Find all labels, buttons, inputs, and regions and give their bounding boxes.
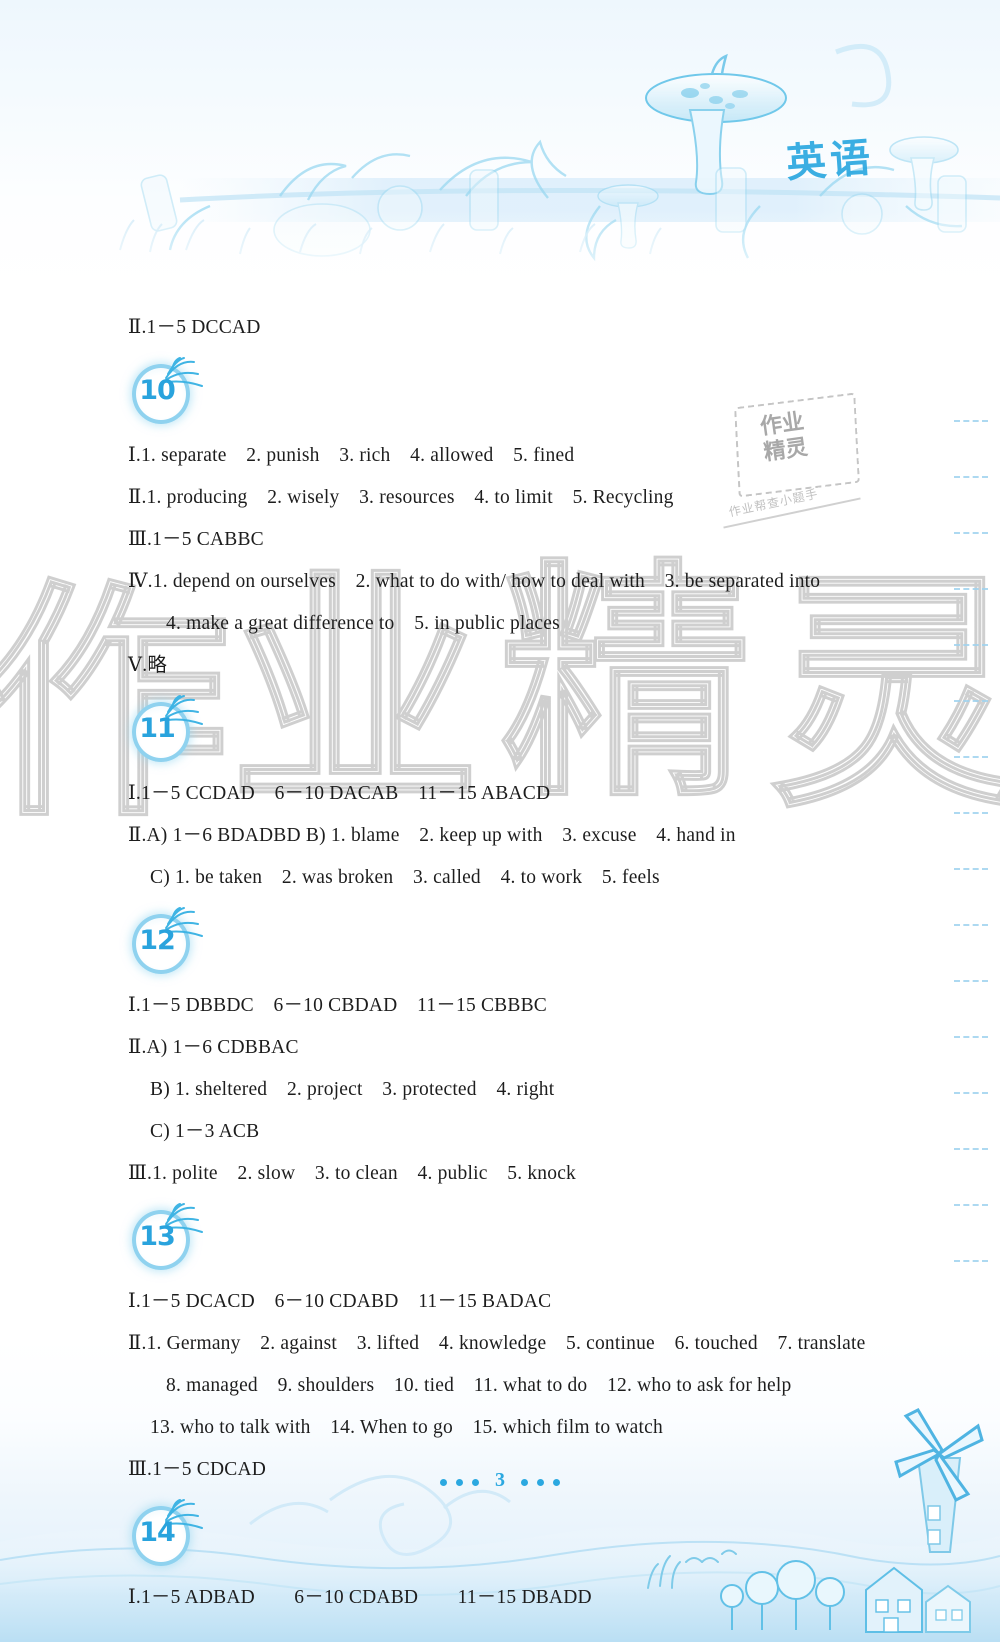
- answer-key-content: Ⅱ.1－5 DCCAD 10 Ⅰ.1. separate 2. punish 3…: [128, 312, 868, 1624]
- right-edge-rule-marks: [940, 420, 1000, 1316]
- rule-mark: [954, 924, 988, 926]
- rule-mark: [954, 1036, 988, 1038]
- page-footer: 3: [0, 1469, 1000, 1492]
- footer-dot: [472, 1479, 479, 1486]
- lesson-badge-10: 10: [128, 357, 210, 424]
- rule-mark: [954, 644, 988, 646]
- header-decoration-band: 英语: [0, 0, 1000, 300]
- answer-line: B) 1. sheltered 2. project 3. protected …: [150, 1079, 555, 1100]
- lesson-number: 10: [139, 374, 176, 406]
- rule-mark: [954, 420, 988, 422]
- answer-line: C) 1－3 ACB: [150, 1121, 260, 1142]
- answer-line: 8. managed 9. shoulders 10. tied 11. wha…: [166, 1375, 792, 1396]
- answer-line: Ⅰ.1－5 DCACD 6－10 CDABD 11－15 BADAC: [128, 1291, 552, 1312]
- answer-line: Ⅳ.1. depend on ourselves 2. what to do w…: [128, 571, 821, 592]
- answer-line: Ⅱ.1. producing 2. wisely 3. resources 4.…: [128, 487, 674, 508]
- footer-dots-left: [440, 1479, 479, 1486]
- rule-mark: [954, 700, 988, 702]
- lesson-badge-14: 14: [128, 1499, 210, 1566]
- answer-line: C) 1. be taken 2. was broken 3. called 4…: [150, 867, 660, 888]
- lesson-badge-11: 11: [128, 695, 210, 762]
- answer-line: Ⅱ.A) 1－6 CDBBAC: [128, 1037, 299, 1058]
- page-number: 3: [495, 1469, 505, 1491]
- subject-title: 英语: [784, 134, 876, 188]
- rule-mark: [954, 1092, 988, 1094]
- rule-mark: [954, 532, 988, 534]
- answer-line: Ⅰ.1－5 CCDAD 6－10 DACAB 11－15 ABACD: [128, 783, 551, 804]
- answer-line: 4. make a great difference to 5. in publ…: [166, 613, 560, 634]
- lesson-number: 11: [139, 712, 176, 744]
- answer-line: 13. who to talk with 14. When to go 15. …: [150, 1417, 663, 1438]
- answer-line: Ⅲ.1－5 CABBC: [128, 529, 264, 550]
- answer-line: Ⅱ.A) 1－6 BDADBD B) 1. blame 2. keep up w…: [128, 825, 736, 846]
- footer-dot: [440, 1479, 447, 1486]
- rule-mark: [954, 476, 988, 478]
- rule-mark: [954, 868, 988, 870]
- footer-dots-right: [521, 1479, 560, 1486]
- rule-mark: [954, 1204, 988, 1206]
- answer-line: Ⅱ.1. Germany 2. against 3. lifted 4. kno…: [128, 1333, 866, 1354]
- answer-line: Ⅰ.1. separate 2. punish 3. rich 4. allow…: [128, 445, 575, 466]
- footer-dot: [521, 1479, 528, 1486]
- lesson-number: 12: [139, 924, 176, 956]
- rule-mark: [954, 812, 988, 814]
- answer-line-text: Ⅱ: [128, 317, 142, 338]
- lesson-number: 14: [139, 1516, 176, 1548]
- footer-dot: [456, 1479, 463, 1486]
- rule-mark: [954, 588, 988, 590]
- footer-dot: [553, 1479, 560, 1486]
- answer-line: Ⅰ.1－5 DBBDC 6－10 CBDAD 11－15 CBBBC: [128, 995, 548, 1016]
- rule-mark: [954, 1260, 988, 1262]
- lesson-badge-12: 12: [128, 907, 210, 974]
- lesson-badge-13: 13: [128, 1203, 210, 1270]
- answer-line: Ⅲ.1. polite 2. slow 3. to clean 4. publi…: [128, 1163, 576, 1184]
- answer-line: Ⅱ.1－5 DCCAD: [128, 312, 868, 344]
- rule-mark: [954, 756, 988, 758]
- lesson-number: 13: [139, 1220, 176, 1252]
- answer-line-rest: .1－5 DCCAD: [141, 317, 261, 338]
- answer-line: Ⅰ.1－5 ADBAD 6－10 CDABD 11－15 DBADD: [128, 1587, 592, 1608]
- rule-mark: [954, 980, 988, 982]
- answer-line: Ⅴ.略: [128, 655, 168, 676]
- rule-mark: [954, 1148, 988, 1150]
- footer-dot: [537, 1479, 544, 1486]
